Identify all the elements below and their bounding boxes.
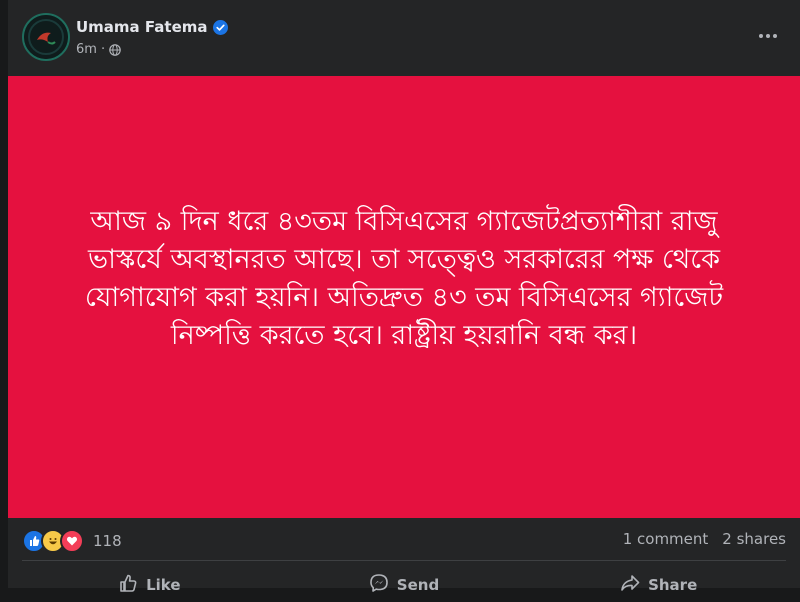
like-label: Like	[146, 576, 181, 594]
more-options-icon[interactable]	[750, 24, 786, 48]
love-reaction-icon	[60, 529, 84, 553]
globe-icon[interactable]	[109, 43, 121, 56]
like-button[interactable]: Like	[22, 562, 277, 602]
post-text: আজ ৯ দিন ধরে ৪৩তম বিসিএসের গ্যাজেটপ্রত্য…	[84, 206, 724, 351]
comment-count[interactable]: 1 comment	[623, 530, 709, 548]
author-name-text[interactable]: Umama Fatema	[76, 18, 208, 36]
verified-badge-icon	[212, 19, 228, 35]
send-button[interactable]: Send	[277, 562, 532, 602]
share-label: Share	[648, 576, 698, 594]
share-count[interactable]: 2 shares	[722, 530, 786, 548]
post-meta: 6m ·	[76, 42, 121, 57]
reaction-count[interactable]: 118	[93, 532, 122, 550]
post-card: Umama Fatema 6m · আজ ৯ দিন ধরে ৪৩তম বিসি…	[8, 0, 800, 594]
messenger-icon	[369, 573, 389, 597]
reactions-summary[interactable]: 118	[22, 529, 122, 553]
post-actions: Like Send Share	[22, 562, 786, 602]
post-header: Umama Fatema 6m ·	[8, 0, 800, 76]
thumbs-up-icon	[118, 573, 138, 597]
post-stats: 118 1 comment 2 shares	[8, 518, 800, 560]
actions-divider	[22, 560, 786, 561]
share-button[interactable]: Share	[531, 562, 786, 602]
avatar[interactable]	[22, 13, 70, 61]
post-time[interactable]: 6m	[76, 42, 97, 57]
send-label: Send	[396, 576, 440, 594]
author-name[interactable]: Umama Fatema	[76, 18, 228, 36]
engagement-counts: 1 comment 2 shares	[623, 530, 786, 548]
share-icon	[620, 573, 640, 597]
post-text-background: আজ ৯ দিন ধরে ৪৩তম বিসিএসের গ্যাজেটপ্রত্য…	[8, 76, 800, 518]
meta-separator: ·	[100, 42, 106, 57]
